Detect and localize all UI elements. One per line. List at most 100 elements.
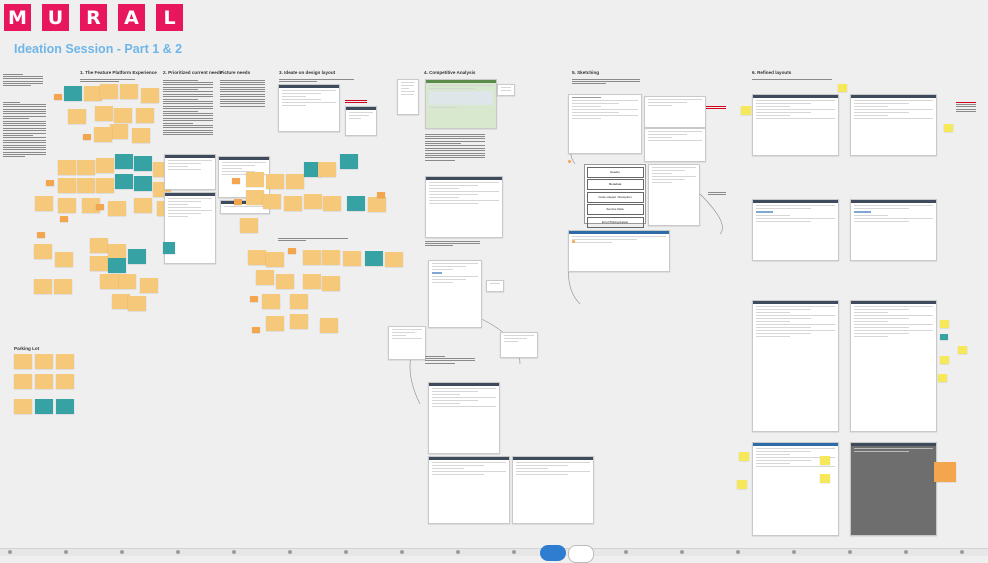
sticky-note[interactable] <box>110 124 128 139</box>
sticky-note[interactable] <box>303 274 321 289</box>
competitor-screenshot[interactable] <box>428 260 482 328</box>
screenshot-card[interactable] <box>500 332 538 358</box>
sticky-note[interactable] <box>108 258 126 273</box>
sticky-note[interactable] <box>290 314 308 329</box>
sketch-box[interactable]: Header <box>586 166 644 178</box>
sticky-note[interactable] <box>368 197 386 212</box>
sticky-note[interactable] <box>94 127 112 142</box>
toolbar-dot[interactable] <box>400 550 404 554</box>
parking-sticky[interactable] <box>56 374 74 389</box>
sticky-label[interactable] <box>288 248 296 254</box>
feedback-sticky[interactable] <box>938 374 947 382</box>
competitor-screenshot[interactable] <box>425 79 497 129</box>
sticky-label[interactable] <box>37 232 45 238</box>
frame-title-prioritized-needs[interactable]: 2. Prioritized current needs <box>163 70 222 75</box>
sticky-label[interactable] <box>232 178 240 184</box>
sticky-label[interactable] <box>250 296 258 302</box>
frame-title-competitive-analysis[interactable]: 4. Competitive Analysis <box>424 70 475 75</box>
sticky-note[interactable] <box>100 274 118 289</box>
sticky-note[interactable] <box>246 172 264 187</box>
sticky-label[interactable] <box>377 192 385 198</box>
sticky-note[interactable] <box>266 174 284 189</box>
sticky-note[interactable] <box>58 178 76 193</box>
sticky-note[interactable] <box>108 201 126 216</box>
toolbar-dot[interactable] <box>120 550 124 554</box>
sticky-label[interactable] <box>83 134 91 140</box>
sticky-note[interactable] <box>58 160 76 175</box>
sticky-note[interactable] <box>286 174 304 189</box>
sketch-box[interactable]: Error/Ticking/Latest <box>586 216 644 228</box>
sticky-note[interactable] <box>34 279 52 294</box>
refined-layout[interactable] <box>850 94 937 156</box>
screenshot-card[interactable] <box>497 84 515 96</box>
feedback-sticky[interactable] <box>737 480 747 489</box>
sticky-note[interactable] <box>240 218 258 233</box>
sticky-note[interactable] <box>246 190 264 205</box>
sticky-note[interactable] <box>128 249 146 264</box>
parking-sticky[interactable] <box>14 354 32 369</box>
screenshot-card[interactable] <box>486 280 504 292</box>
sticky-note[interactable] <box>54 279 72 294</box>
toolbar-dot[interactable] <box>960 550 964 554</box>
frame-title-sketching[interactable]: 5. Sketching <box>572 70 599 75</box>
parking-sticky[interactable] <box>14 374 32 389</box>
sticky-label[interactable] <box>252 327 260 333</box>
sketch-card[interactable] <box>644 96 706 128</box>
toolbar-dot[interactable] <box>288 550 292 554</box>
sticky-note[interactable] <box>256 270 274 285</box>
sticky-note[interactable] <box>385 252 403 267</box>
toolbar-dot[interactable] <box>456 550 460 554</box>
sticky-note[interactable] <box>262 294 280 309</box>
sticky-note[interactable] <box>108 244 126 259</box>
sticky-note[interactable] <box>320 318 338 333</box>
refined-layout[interactable] <box>752 94 839 156</box>
sticky-note[interactable] <box>132 128 150 143</box>
parking-sticky[interactable] <box>35 399 53 414</box>
sticky-note[interactable] <box>284 196 302 211</box>
sticky-note[interactable] <box>266 252 284 267</box>
feedback-sticky[interactable] <box>820 474 830 483</box>
refined-layout-modal[interactable] <box>850 442 937 536</box>
sketch-card[interactable] <box>568 230 670 272</box>
sketch-card[interactable] <box>648 164 700 226</box>
sticky-note[interactable] <box>77 160 95 175</box>
refined-layout[interactable] <box>850 199 937 261</box>
sticky-note[interactable] <box>128 296 146 311</box>
toolbar-dot[interactable] <box>792 550 796 554</box>
toolbar-dot[interactable] <box>232 550 236 554</box>
screenshot-card[interactable] <box>388 326 426 360</box>
sticky-note[interactable] <box>266 316 284 331</box>
parking-sticky[interactable] <box>14 399 32 414</box>
sticky-note[interactable] <box>323 196 341 211</box>
sticky-note[interactable] <box>290 294 308 309</box>
sticky-note[interactable] <box>141 88 159 103</box>
competitor-screenshot[interactable] <box>512 456 594 524</box>
mural-canvas[interactable]: 1. The Feature Platform Experience Parki… <box>0 64 988 555</box>
sticky-note[interactable] <box>64 86 82 101</box>
zoom-control-button[interactable] <box>540 545 566 561</box>
sticky-note[interactable] <box>120 84 138 99</box>
sticky-note[interactable] <box>134 176 152 191</box>
feedback-sticky[interactable] <box>741 106 751 115</box>
layout-mockup[interactable] <box>278 84 340 132</box>
sketch-card[interactable] <box>644 128 706 162</box>
feedback-sticky[interactable] <box>958 346 967 354</box>
competitor-screenshot[interactable] <box>428 382 500 454</box>
sticky-note[interactable] <box>263 194 281 209</box>
sticky-note[interactable] <box>96 178 114 193</box>
sticky-note[interactable] <box>35 196 53 211</box>
sticky-label[interactable] <box>46 180 54 186</box>
sticky-note[interactable] <box>365 251 383 266</box>
sketch-box[interactable]: Metadata <box>586 179 644 190</box>
toolbar-dot[interactable] <box>512 550 516 554</box>
feedback-sticky[interactable] <box>944 124 953 132</box>
toolbar-dot[interactable] <box>680 550 684 554</box>
sticky-note[interactable] <box>136 108 154 123</box>
sticky-note[interactable] <box>77 178 95 193</box>
sticky-note[interactable] <box>100 84 118 99</box>
sticky-note[interactable] <box>322 276 340 291</box>
toolbar-dot[interactable] <box>344 550 348 554</box>
feedback-sticky[interactable] <box>820 456 830 465</box>
sticky-note[interactable] <box>163 242 175 254</box>
parking-lot-title[interactable]: Parking Lot <box>14 346 39 351</box>
